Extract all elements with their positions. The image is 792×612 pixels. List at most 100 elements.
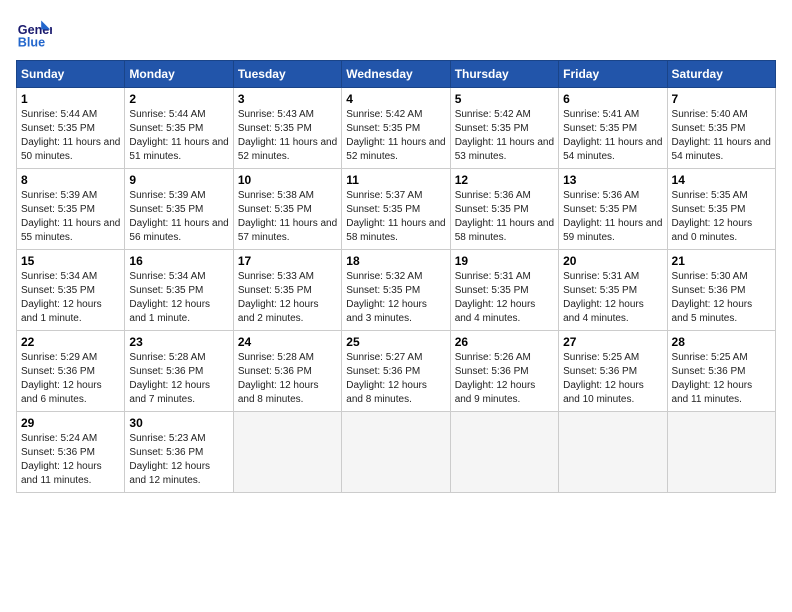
calendar-day-cell: 27 Sunrise: 5:25 AMSunset: 5:36 PMDayligh…: [559, 331, 667, 412]
day-info: Sunrise: 5:28 AMSunset: 5:36 PMDaylight:…: [129, 351, 228, 407]
day-number: 5: [455, 92, 554, 106]
calendar-day-cell: 29 Sunrise: 5:24 AMSunset: 5:36 PMDayligh…: [17, 412, 125, 493]
day-info: Sunrise: 5:44 AMSunset: 5:35 PMDaylight:…: [21, 108, 120, 164]
day-number: 7: [672, 92, 771, 106]
calendar-day-cell: [559, 412, 667, 493]
calendar-day-cell: 8 Sunrise: 5:39 AMSunset: 5:35 PMDaylight…: [17, 169, 125, 250]
day-number: 12: [455, 173, 554, 187]
calendar-day-cell: 22 Sunrise: 5:29 AMSunset: 5:36 PMDayligh…: [17, 331, 125, 412]
day-number: 29: [21, 416, 120, 430]
calendar-day-cell: 12 Sunrise: 5:36 AMSunset: 5:35 PMDayligh…: [450, 169, 558, 250]
calendar-day-cell: 2 Sunrise: 5:44 AMSunset: 5:35 PMDaylight…: [125, 88, 233, 169]
calendar-table: SundayMondayTuesdayWednesdayThursdayFrid…: [16, 60, 776, 493]
day-info: Sunrise: 5:37 AMSunset: 5:35 PMDaylight:…: [346, 189, 445, 245]
day-info: Sunrise: 5:41 AMSunset: 5:35 PMDaylight:…: [563, 108, 662, 164]
calendar-day-cell: [450, 412, 558, 493]
page-header: General Blue: [16, 16, 776, 52]
calendar-day-header: Sunday: [17, 61, 125, 88]
calendar-day-cell: 24 Sunrise: 5:28 AMSunset: 5:36 PMDayligh…: [233, 331, 341, 412]
day-number: 3: [238, 92, 337, 106]
day-number: 14: [672, 173, 771, 187]
day-number: 15: [21, 254, 120, 268]
calendar-week-row: 8 Sunrise: 5:39 AMSunset: 5:35 PMDaylight…: [17, 169, 776, 250]
calendar-day-header: Friday: [559, 61, 667, 88]
calendar-day-cell: 26 Sunrise: 5:26 AMSunset: 5:36 PMDayligh…: [450, 331, 558, 412]
day-number: 11: [346, 173, 445, 187]
calendar-day-cell: 16 Sunrise: 5:34 AMSunset: 5:35 PMDayligh…: [125, 250, 233, 331]
day-number: 1: [21, 92, 120, 106]
day-info: Sunrise: 5:24 AMSunset: 5:36 PMDaylight:…: [21, 432, 120, 488]
calendar-day-cell: 15Sunrise: 5:34 AMSunset: 5:35 PMDayligh…: [17, 250, 125, 331]
day-info: Sunrise: 5:29 AMSunset: 5:36 PMDaylight:…: [21, 351, 120, 407]
day-number: 17: [238, 254, 337, 268]
day-info: Sunrise: 5:35 AMSunset: 5:35 PMDaylight:…: [672, 189, 771, 245]
calendar-day-cell: [667, 412, 775, 493]
day-number: 8: [21, 173, 120, 187]
day-number: 19: [455, 254, 554, 268]
day-number: 21: [672, 254, 771, 268]
calendar-day-cell: 25 Sunrise: 5:27 AMSunset: 5:36 PMDayligh…: [342, 331, 450, 412]
day-info: Sunrise: 5:44 AMSunset: 5:35 PMDaylight:…: [129, 108, 228, 164]
calendar-day-cell: 9Sunrise: 5:39 AMSunset: 5:35 PMDaylight…: [125, 169, 233, 250]
day-info: Sunrise: 5:25 AMSunset: 5:36 PMDaylight:…: [672, 351, 771, 407]
calendar-day-cell: 1 Sunrise: 5:44 AMSunset: 5:35 PMDaylight…: [17, 88, 125, 169]
day-info: Sunrise: 5:43 AMSunset: 5:35 PMDaylight:…: [238, 108, 337, 164]
calendar-week-row: 1 Sunrise: 5:44 AMSunset: 5:35 PMDaylight…: [17, 88, 776, 169]
day-info: Sunrise: 5:34 AMSunset: 5:35 PMDaylight:…: [129, 270, 228, 326]
day-number: 2: [129, 92, 228, 106]
calendar-day-cell: 6Sunrise: 5:41 AMSunset: 5:35 PMDaylight…: [559, 88, 667, 169]
day-info: Sunrise: 5:36 AMSunset: 5:35 PMDaylight:…: [455, 189, 554, 245]
day-number: 4: [346, 92, 445, 106]
calendar-day-cell: 17 Sunrise: 5:33 AMSunset: 5:35 PMDayligh…: [233, 250, 341, 331]
day-info: Sunrise: 5:42 AMSunset: 5:35 PMDaylight:…: [455, 108, 554, 164]
day-number: 18: [346, 254, 445, 268]
calendar-day-cell: 11 Sunrise: 5:37 AMSunset: 5:35 PMDayligh…: [342, 169, 450, 250]
day-info: Sunrise: 5:40 AMSunset: 5:35 PMDaylight:…: [672, 108, 771, 164]
day-number: 22: [21, 335, 120, 349]
day-number: 24: [238, 335, 337, 349]
day-info: Sunrise: 5:23 AMSunset: 5:36 PMDaylight:…: [129, 432, 228, 488]
day-number: 16: [129, 254, 228, 268]
day-info: Sunrise: 5:31 AMSunset: 5:35 PMDaylight:…: [455, 270, 554, 326]
day-number: 25: [346, 335, 445, 349]
day-number: 30: [129, 416, 228, 430]
day-info: Sunrise: 5:42 AMSunset: 5:35 PMDaylight:…: [346, 108, 445, 164]
day-number: 20: [563, 254, 662, 268]
day-info: Sunrise: 5:27 AMSunset: 5:36 PMDaylight:…: [346, 351, 445, 407]
day-info: Sunrise: 5:36 AMSunset: 5:35 PMDaylight:…: [563, 189, 662, 245]
calendar-week-row: 15 Sunrise: 5:34 AMSunset: 5:35 PMDayligh…: [17, 250, 776, 331]
day-info: Sunrise: 5:32 AMSunset: 5:35 PMDaylight:…: [346, 270, 445, 326]
calendar-day-header: Wednesday: [342, 61, 450, 88]
svg-text:Blue: Blue: [18, 36, 45, 50]
calendar-day-cell: 3 Sunrise: 5:43 AMSunset: 5:35 PMDaylight…: [233, 88, 341, 169]
calendar-day-cell: 28 Sunrise: 5:25 AMSunset: 5:36 PMDayligh…: [667, 331, 775, 412]
calendar-day-cell: 30 Sunrise: 5:23 AMSunset: 5:36 PMDayligh…: [125, 412, 233, 493]
calendar-day-header: Saturday: [667, 61, 775, 88]
calendar-day-cell: 23Sunrise: 5:28 AMSunset: 5:36 PMDayligh…: [125, 331, 233, 412]
calendar-day-cell: 19 Sunrise: 5:31 AMSunset: 5:35 PMDayligh…: [450, 250, 558, 331]
day-number: 28: [672, 335, 771, 349]
day-number: 27: [563, 335, 662, 349]
calendar-day-cell: 10Sunrise: 5:38 AMSunset: 5:35 PMDayligh…: [233, 169, 341, 250]
day-info: Sunrise: 5:25 AMSunset: 5:36 PMDaylight:…: [563, 351, 662, 407]
day-number: 9: [129, 173, 228, 187]
calendar-day-header: Tuesday: [233, 61, 341, 88]
day-info: Sunrise: 5:30 AMSunset: 5:36 PMDaylight:…: [672, 270, 771, 326]
calendar-day-cell: 14 Sunrise: 5:35 AMSunset: 5:35 PMDayligh…: [667, 169, 775, 250]
day-info: Sunrise: 5:39 AMSunset: 5:35 PMDaylight:…: [21, 189, 120, 245]
calendar-day-cell: 5 Sunrise: 5:42 AMSunset: 5:35 PMDaylight…: [450, 88, 558, 169]
calendar-body: 1 Sunrise: 5:44 AMSunset: 5:35 PMDaylight…: [17, 88, 776, 493]
calendar-day-cell: 4 Sunrise: 5:42 AMSunset: 5:35 PMDaylight…: [342, 88, 450, 169]
calendar-week-row: 22 Sunrise: 5:29 AMSunset: 5:36 PMDayligh…: [17, 331, 776, 412]
day-info: Sunrise: 5:33 AMSunset: 5:35 PMDaylight:…: [238, 270, 337, 326]
logo-icon: General Blue: [16, 16, 52, 52]
calendar-day-header: Monday: [125, 61, 233, 88]
day-info: Sunrise: 5:28 AMSunset: 5:36 PMDaylight:…: [238, 351, 337, 407]
day-number: 26: [455, 335, 554, 349]
calendar-day-cell: 18 Sunrise: 5:32 AMSunset: 5:35 PMDayligh…: [342, 250, 450, 331]
day-info: Sunrise: 5:26 AMSunset: 5:36 PMDaylight:…: [455, 351, 554, 407]
day-info: Sunrise: 5:38 AMSunset: 5:35 PMDaylight:…: [238, 189, 337, 245]
calendar-day-cell: 7 Sunrise: 5:40 AMSunset: 5:35 PMDaylight…: [667, 88, 775, 169]
calendar-day-cell: 20Sunrise: 5:31 AMSunset: 5:35 PMDayligh…: [559, 250, 667, 331]
calendar-day-header: Thursday: [450, 61, 558, 88]
